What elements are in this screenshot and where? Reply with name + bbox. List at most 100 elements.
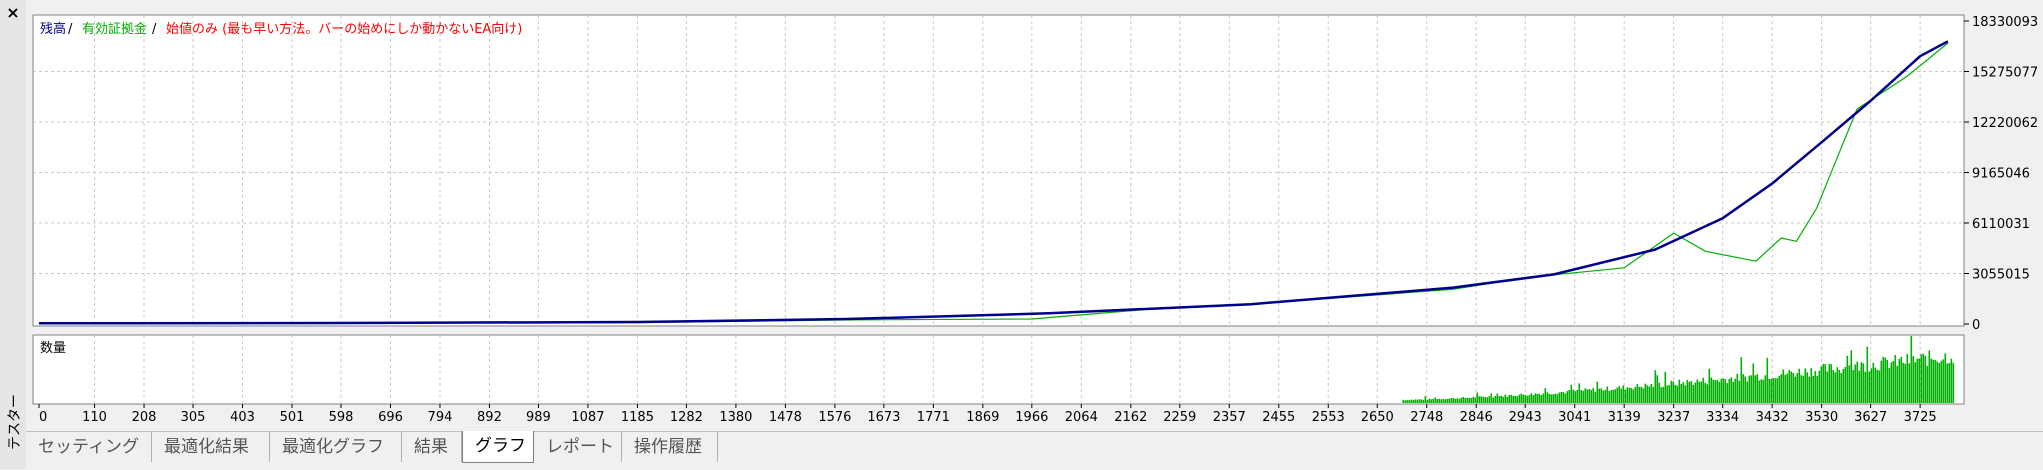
volume-bar (1468, 397, 1471, 403)
x-tick-label: 3432 (1756, 410, 1789, 425)
volume-bar (1726, 383, 1729, 403)
volume-bar (1426, 399, 1429, 403)
x-tick-label: 1673 (867, 410, 900, 425)
volume-bar (1440, 399, 1443, 403)
volume-bar (1530, 393, 1533, 403)
volume-bar (1678, 379, 1681, 403)
y-tick-label: 12220062 (1972, 116, 2038, 131)
volume-bar (1876, 369, 1879, 403)
volume-bar (1476, 392, 1479, 403)
tab-2[interactable]: 最適化グラフ (270, 432, 402, 462)
volume-bar (1540, 395, 1543, 403)
y-tick-label: 15275077 (1972, 66, 2038, 81)
x-tick-label: 501 (280, 410, 305, 425)
tab-5[interactable]: レポート (534, 432, 622, 462)
volume-bar (1892, 361, 1895, 403)
x-tick-label: 110 (82, 410, 107, 425)
volume-bar (1910, 336, 1913, 403)
volume-bar (1608, 391, 1611, 403)
volume-bar (1828, 364, 1831, 403)
volume-bar (1772, 378, 1775, 403)
volume-bar (1760, 379, 1763, 403)
volume-bar (1432, 398, 1435, 403)
volume-bar (1874, 367, 1877, 403)
tab-0[interactable]: セッティング (26, 432, 152, 462)
volume-bar (1612, 389, 1615, 403)
volume-bar (1748, 375, 1751, 403)
volume-bar (1946, 363, 1949, 403)
volume-bar (1890, 362, 1893, 403)
volume-bar (1568, 389, 1571, 403)
volume-bar (1718, 381, 1721, 403)
volume-bar (1508, 394, 1511, 403)
x-tick-label: 1576 (818, 410, 851, 425)
volume-bar (1846, 355, 1849, 403)
x-tick-label: 794 (428, 410, 453, 425)
volume-bar (1886, 359, 1889, 403)
x-tick-label: 2943 (1509, 410, 1542, 425)
volume-bar (1616, 387, 1619, 403)
tab-1[interactable]: 最適化結果 (152, 432, 270, 462)
volume-bar (1688, 381, 1691, 403)
volume-bar (1860, 362, 1863, 403)
volume-bar (1724, 379, 1727, 403)
volume-bar (1888, 368, 1891, 403)
volume-bar (1780, 374, 1783, 403)
x-tick-label: 2455 (1262, 410, 1295, 425)
volume-bar (1950, 358, 1953, 403)
volume-bar (1610, 390, 1613, 403)
volume-bar (1952, 362, 1955, 403)
volume-bar (1768, 379, 1771, 403)
volume-bar (1928, 350, 1931, 403)
volume-bar (1840, 372, 1843, 403)
volume-bar (1554, 393, 1557, 403)
volume-bar (1746, 381, 1749, 403)
volume-bar (1662, 386, 1665, 403)
volume-bar (1908, 363, 1911, 403)
x-tick-label: 403 (230, 410, 255, 425)
tab-4[interactable]: グラフ (462, 431, 534, 463)
volume-bar (1628, 387, 1631, 403)
volume-bar (1586, 389, 1589, 403)
volume-bar (1794, 376, 1797, 403)
y-tick-label: 9165046 (1972, 167, 2030, 182)
volume-bar (1814, 371, 1817, 403)
volume-bar (1578, 383, 1581, 403)
volume-bar (1486, 397, 1489, 403)
volume-bar (1660, 387, 1663, 403)
volume-bar (1872, 362, 1875, 403)
volume-bar (1826, 371, 1829, 403)
volume-bar (1480, 396, 1483, 403)
volume-bar (1528, 395, 1531, 403)
x-tick-label: 3530 (1805, 410, 1838, 425)
volume-bar (1742, 374, 1745, 403)
volume-bar (1738, 380, 1741, 403)
x-tick-label: 3334 (1706, 410, 1739, 425)
volume-bar (1526, 395, 1529, 403)
tab-6[interactable]: 操作履歴 (622, 432, 718, 462)
x-tick-label: 2748 (1410, 410, 1443, 425)
volume-bar (1682, 382, 1685, 403)
volume-bar (1820, 366, 1823, 403)
tab-3[interactable]: 結果 (402, 432, 462, 462)
volume-bar (1446, 399, 1449, 403)
volume-bar (1524, 395, 1527, 403)
volume-bar (1470, 397, 1473, 403)
volume-bar (1918, 358, 1921, 403)
volume-bar (1592, 388, 1595, 403)
volume-bar (1500, 395, 1503, 403)
volume-bar (1774, 378, 1777, 403)
x-tick-label: 208 (132, 410, 157, 425)
main-plot-area (32, 14, 1965, 327)
y-tick-label: 18330093 (1972, 15, 2038, 30)
volume-bar (1728, 378, 1731, 403)
y-tick-label: 0 (1972, 318, 1980, 333)
volume-bar (1598, 388, 1601, 403)
x-tick-label: 1966 (1015, 410, 1048, 425)
volume-bar (1920, 354, 1923, 403)
volume-bar (1534, 393, 1537, 403)
volume-bar (1666, 385, 1669, 403)
volume-bar (1864, 371, 1867, 403)
volume-bar (1462, 397, 1465, 403)
volume-bar (1884, 357, 1887, 403)
